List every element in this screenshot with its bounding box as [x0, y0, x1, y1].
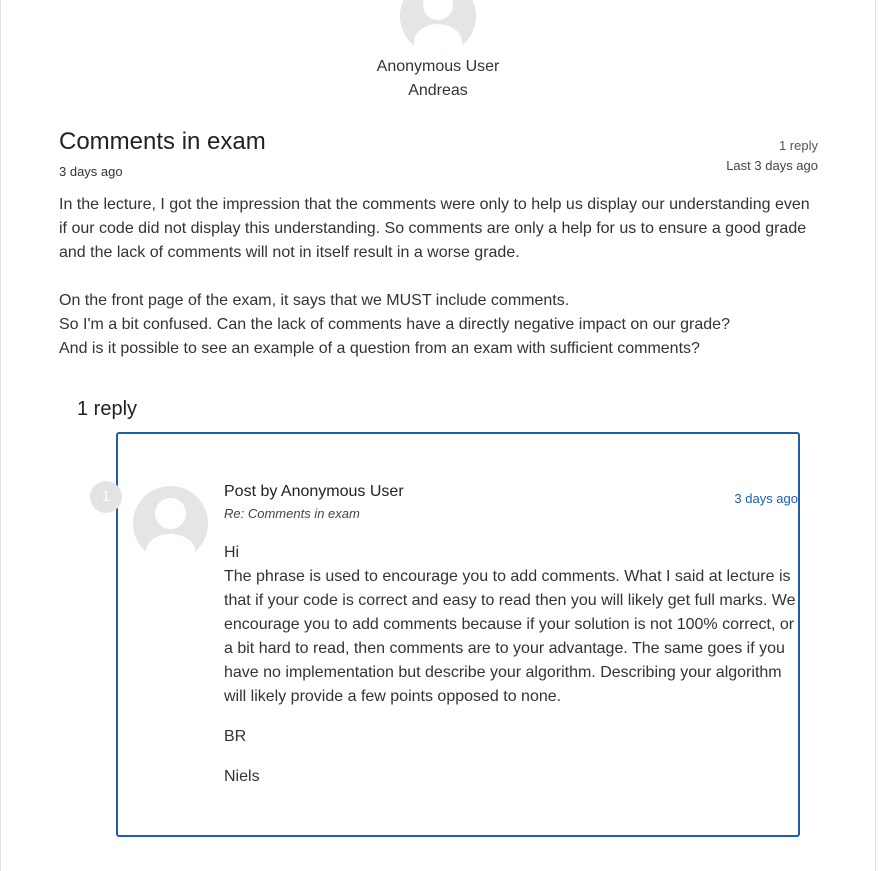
reply-author: Post by Anonymous User — [224, 483, 404, 500]
thread-posted-date: 3 days ago — [59, 164, 123, 179]
reply-body: The phrase is used to encourage you to a… — [224, 568, 796, 705]
reply-date-link[interactable]: 3 days ago — [734, 491, 798, 506]
reply-greeting: Hi — [224, 544, 240, 561]
thread-body-line: So I'm a bit confused. Can the lack of c… — [59, 316, 730, 333]
thread-meta: 1 reply Last 3 days ago — [726, 136, 818, 176]
reply-author-avatar-icon[interactable] — [133, 486, 208, 561]
author-subtitle: Andreas — [408, 82, 468, 99]
thread-body-line: On the front page of the exam, it says t… — [59, 292, 570, 309]
thread-body-line: And is it possible to see an example of … — [59, 340, 700, 357]
reply-subject: Re: Comments in exam — [224, 506, 360, 521]
thread-reply-count[interactable]: 1 reply — [726, 136, 818, 156]
reply-signature: Niels — [224, 768, 260, 785]
thread-title: Comments in exam — [59, 128, 266, 155]
thread-body-paragraph: In the lecture, I got the impression tha… — [59, 196, 810, 261]
reply-number-badge: 1 — [90, 481, 122, 513]
replies-heading: 1 reply — [77, 398, 138, 420]
thread-body-paragraph-2: On the front page of the exam, it says t… — [59, 289, 819, 361]
author-name[interactable]: Anonymous User — [0, 58, 876, 76]
reply-closing: BR — [224, 728, 247, 745]
thread-last-activity: Last 3 days ago — [726, 158, 818, 173]
